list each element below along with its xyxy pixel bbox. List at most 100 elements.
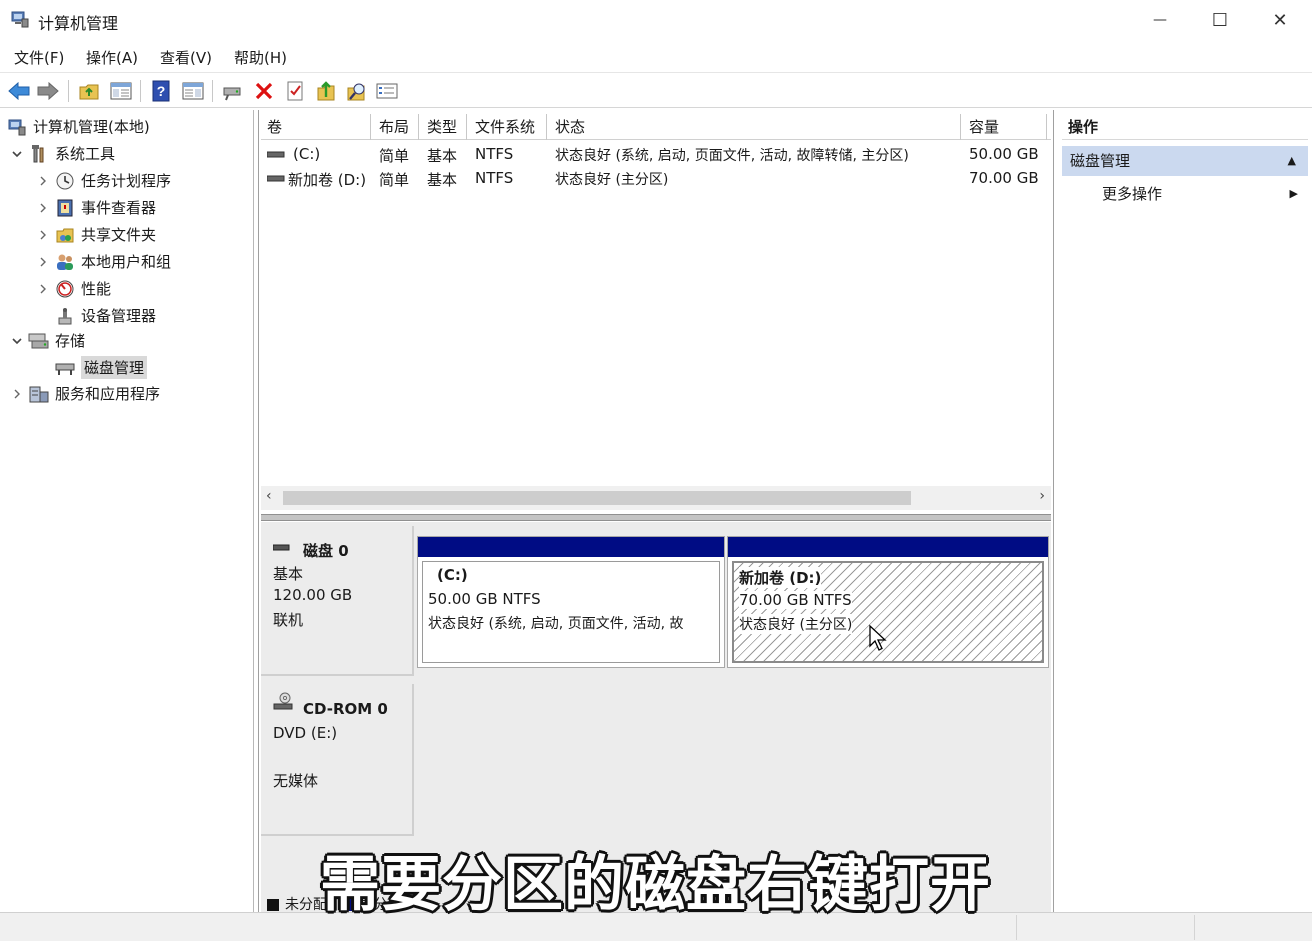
- table-cell: 状态良好 (主分区): [555, 172, 669, 188]
- column-header-status[interactable]: 状态: [549, 114, 961, 140]
- export-icon[interactable]: [313, 78, 339, 104]
- up-folder-icon[interactable]: [76, 78, 102, 104]
- chevron-down-icon[interactable]: [10, 147, 24, 161]
- status-segment: [1016, 915, 1017, 940]
- partition-size: 50.00 GB NTFS: [428, 590, 541, 608]
- back-arrow-icon[interactable]: [6, 78, 32, 104]
- partition-body: (C:) 50.00 GB NTFS 状态良好 (系统, 启动, 页面文件, 活…: [422, 561, 720, 663]
- disk-name: 磁盘 0: [303, 542, 349, 560]
- tree-node-disk-management[interactable]: 磁盘管理: [54, 355, 148, 380]
- partition-d[interactable]: 新加卷 (D:) 70.00 GB NTFS 状态良好 (主分区): [727, 536, 1049, 668]
- chevron-right-icon[interactable]: [36, 255, 50, 269]
- chevron-right-icon[interactable]: [10, 387, 24, 401]
- properties-icon[interactable]: [282, 78, 308, 104]
- table-cell: NTFS: [475, 145, 514, 163]
- tree-label: 计算机管理(本地): [33, 118, 150, 136]
- forward-arrow-icon[interactable]: [35, 78, 61, 104]
- cdrom-icon: [273, 692, 293, 716]
- partition-name: 新加卷 (D:): [739, 567, 822, 588]
- show-hide-action-pane-icon[interactable]: [180, 78, 206, 104]
- cdrom-name: CD-ROM 0: [303, 700, 388, 718]
- column-header-layout[interactable]: 布局: [373, 114, 419, 140]
- scrollbar-thumb[interactable]: [283, 491, 911, 505]
- table-cell: 70.00 GB: [969, 169, 1039, 187]
- services-icon: [28, 383, 50, 405]
- tree-node-shared-folders[interactable]: 共享文件夹: [36, 222, 156, 247]
- minimize-button[interactable]: —: [1130, 0, 1190, 40]
- tree-node-root[interactable]: 计算机管理(本地): [6, 114, 150, 139]
- minimize-icon: —: [1153, 12, 1167, 28]
- table-cell: 基本: [427, 147, 458, 165]
- chevron-right-icon[interactable]: [36, 174, 50, 188]
- scroll-right-icon[interactable]: ›: [1039, 488, 1045, 504]
- delete-icon[interactable]: [251, 78, 277, 104]
- partition-bar: [728, 537, 1048, 557]
- search-icon[interactable]: [344, 78, 370, 104]
- show-hide-tree-icon[interactable]: [108, 78, 134, 104]
- tree-node-local-users[interactable]: 本地用户和组: [36, 249, 171, 274]
- volume-drive-icon: [266, 171, 285, 189]
- tree-node-system-tools[interactable]: 系统工具: [10, 141, 115, 166]
- cdrom-media: 无媒体: [273, 772, 319, 790]
- tree-node-device-manager[interactable]: 设备管理器: [54, 303, 156, 328]
- menu-action[interactable]: 操作(A): [86, 47, 138, 68]
- mouse-cursor-icon: [868, 624, 888, 656]
- disk-0-label[interactable]: 磁盘 0 基本 120.00 GB 联机: [261, 526, 414, 676]
- computer-management-icon: [6, 116, 28, 138]
- tree-label: 设备管理器: [81, 307, 157, 325]
- column-header-volume[interactable]: 卷: [261, 114, 371, 140]
- help-icon[interactable]: ?: [148, 78, 174, 104]
- users-icon: [54, 251, 76, 273]
- menu-file[interactable]: 文件(F): [14, 47, 64, 68]
- chevron-down-icon[interactable]: [10, 334, 24, 348]
- maximize-button[interactable]: ☐: [1190, 0, 1250, 40]
- disk-icon: [272, 541, 291, 559]
- chevron-right-icon[interactable]: [36, 228, 50, 242]
- cdrom-0-label[interactable]: CD-ROM 0 DVD (E:) 无媒体: [261, 684, 414, 836]
- clock-icon: [54, 170, 76, 192]
- shared-folder-icon: [54, 224, 76, 246]
- more-actions-item[interactable]: 更多操作 ▶: [1102, 180, 1308, 208]
- collapse-up-icon[interactable]: ▲: [1288, 146, 1296, 176]
- actions-section-disk-management[interactable]: 磁盘管理 ▲: [1062, 146, 1308, 176]
- tree-label: 系统工具: [55, 145, 116, 163]
- details-icon[interactable]: [374, 78, 400, 104]
- partition-name: (C:): [437, 566, 468, 584]
- toolbar-separator: [68, 80, 69, 102]
- chevron-right-icon[interactable]: [36, 201, 50, 215]
- menu-view[interactable]: 查看(V): [160, 47, 212, 68]
- tree-node-services-apps[interactable]: 服务和应用程序: [10, 381, 160, 406]
- tree-node-event-viewer[interactable]: 事件查看器: [36, 195, 156, 220]
- chevron-right-icon[interactable]: [36, 282, 50, 296]
- window-title: 计算机管理: [38, 14, 119, 33]
- performance-gauge-icon: [54, 278, 76, 300]
- toolbar-separator: [212, 80, 213, 102]
- more-actions-label: 更多操作: [1102, 185, 1163, 203]
- partition-bar: [418, 537, 724, 557]
- partition-c[interactable]: (C:) 50.00 GB NTFS 状态良好 (系统, 启动, 页面文件, 活…: [417, 536, 725, 668]
- storage-icon: [28, 330, 50, 352]
- pane-splitter[interactable]: [261, 514, 1051, 521]
- tree-node-performance[interactable]: 性能: [36, 276, 111, 301]
- computer-management-icon: [10, 9, 30, 29]
- column-header-type[interactable]: 类型: [421, 114, 467, 140]
- close-button[interactable]: ✕: [1250, 0, 1310, 40]
- actions-title: 操作: [1062, 114, 1308, 140]
- tree-label: 事件查看器: [81, 199, 157, 217]
- console-tree: 计算机管理(本地) 系统工具 任务计划程序 事件查看器 共享文件夹 本地用户和组…: [0, 110, 254, 912]
- column-header-capacity[interactable]: 容量: [963, 114, 1047, 140]
- tree-node-storage[interactable]: 存储: [10, 328, 85, 353]
- column-header-filesystem[interactable]: 文件系统: [469, 114, 547, 140]
- tree-label: 存储: [55, 332, 86, 350]
- menu-help[interactable]: 帮助(H): [234, 47, 287, 68]
- scroll-left-icon[interactable]: ‹: [266, 488, 272, 504]
- connect-drive-icon[interactable]: [220, 78, 246, 104]
- disk-status: 联机: [273, 611, 304, 629]
- table-row[interactable]: 新加卷 (D:) 简单 基本 NTFS 状态良好 (主分区) 70.00 GB: [261, 166, 1051, 190]
- table-cell: 简单: [379, 171, 410, 189]
- table-row[interactable]: (C:) 简单 基本 NTFS 状态良好 (系统, 启动, 页面文件, 活动, …: [261, 142, 1051, 166]
- tree-node-task-scheduler[interactable]: 任务计划程序: [36, 168, 171, 193]
- actions-pane: 操作 磁盘管理 ▲ 更多操作 ▶: [1058, 110, 1312, 912]
- table-cell: 基本: [427, 171, 458, 189]
- horizontal-scrollbar[interactable]: ‹ ›: [261, 486, 1051, 510]
